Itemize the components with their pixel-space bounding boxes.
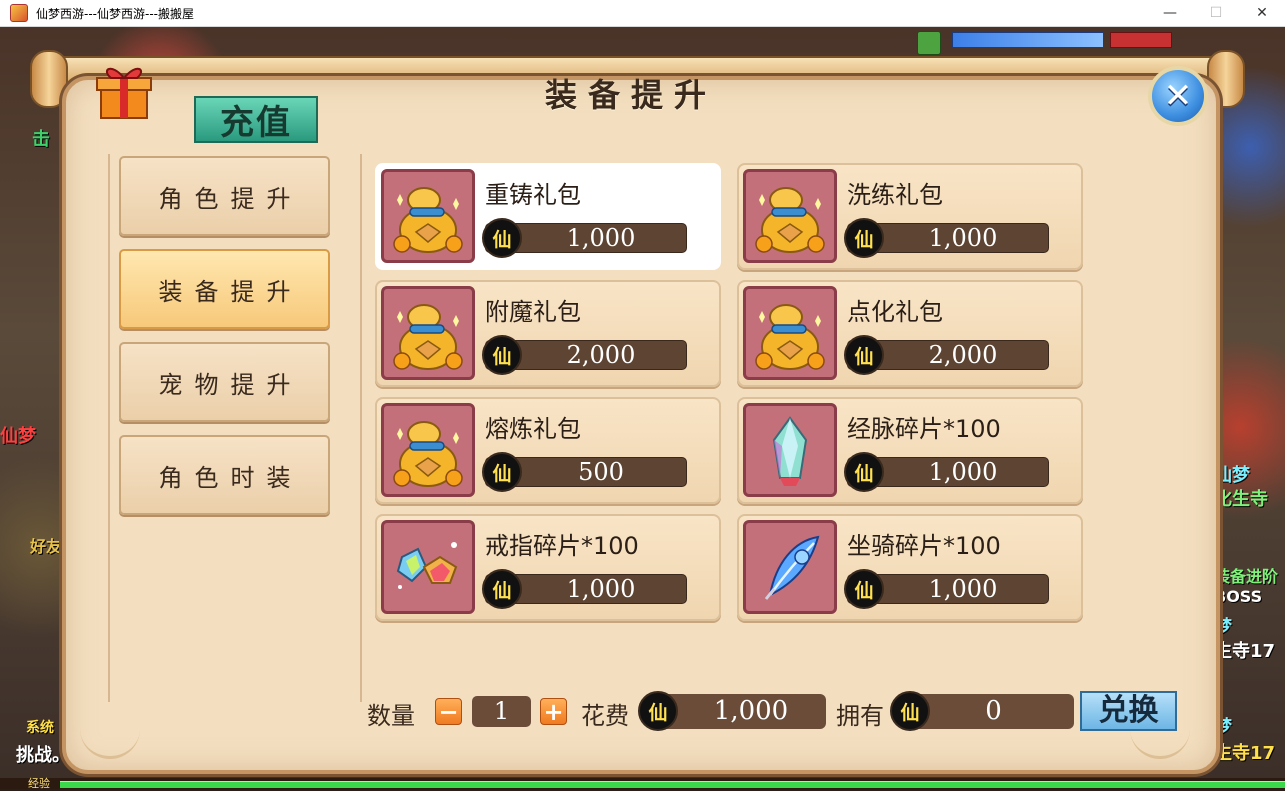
hud-text: 化生寺	[1214, 489, 1268, 510]
tab-character-fashion[interactable]: 角色时装	[119, 435, 330, 515]
shop-item[interactable]: 熔炼礼包仙 500	[375, 397, 721, 504]
item-price: 2,000	[566, 341, 636, 369]
exchange-button[interactable]: 兑换	[1080, 691, 1177, 731]
gift-box-icon[interactable]	[93, 60, 155, 122]
recharge-button[interactable]: 充值	[194, 96, 318, 143]
health-bar	[1110, 32, 1172, 48]
window-title-bar: 仙梦西游---仙梦西游---搬搬屋 — ☐ ✕	[0, 0, 1285, 27]
item-name: 坐骑碎片*100	[847, 532, 1001, 560]
currency-coin-icon: 仙	[890, 691, 930, 731]
item-price-bar: 仙 1,000	[482, 569, 687, 609]
item-name: 附魔礼包	[485, 298, 581, 326]
currency-coin-icon: 仙	[638, 691, 678, 731]
item-price-bar: 仙 1,000	[844, 569, 1049, 609]
gold-bag-icon	[381, 403, 475, 497]
item-price: 1,000	[928, 224, 998, 252]
tab-equipment-upgrade[interactable]: 装备提升	[119, 249, 330, 329]
gold-bag-icon	[743, 169, 837, 263]
tab-pet-upgrade[interactable]: 宠物提升	[119, 342, 330, 422]
gold-bag-icon	[743, 286, 837, 380]
feather-icon	[743, 520, 837, 614]
shop-item[interactable]: 经脉碎片*100 仙 1,000	[737, 397, 1083, 504]
tab-character-upgrade[interactable]: 角色提升	[119, 156, 330, 236]
item-price: 1,000	[566, 224, 636, 252]
item-price: 500	[578, 458, 624, 486]
hud-text: 生寺17	[1214, 641, 1276, 662]
shop-item[interactable]: 附魔礼包仙 2,000	[375, 280, 721, 387]
item-price-bar: 仙 2,000	[844, 335, 1049, 375]
window-title: 仙梦西游---仙梦西游---搬搬屋	[36, 6, 194, 21]
hud-text: 装备进阶	[1214, 567, 1279, 586]
close-icon: ✕	[1163, 76, 1193, 116]
item-price: 1,000	[928, 458, 998, 486]
increase-quantity-button[interactable]: +	[540, 698, 567, 726]
item-price-bar: 仙 1,000	[482, 218, 687, 258]
shop-item[interactable]: 戒指碎片*100 仙 1,000	[375, 514, 721, 621]
maximize-button[interactable]: ☐	[1193, 0, 1239, 26]
hud-menu-icon[interactable]	[917, 31, 941, 55]
item-price-bar: 仙 2,000	[482, 335, 687, 375]
minimize-button[interactable]: —	[1147, 0, 1193, 26]
decrease-quantity-button[interactable]: −	[435, 698, 462, 726]
quantity-label: 数量	[367, 702, 415, 730]
shop-item[interactable]: 坐骑碎片*100 仙 1,000	[737, 514, 1083, 621]
item-price-bar: 仙 1,000	[844, 452, 1049, 492]
app-icon	[10, 4, 28, 22]
item-price: 2,000	[928, 341, 998, 369]
shop-item[interactable]: 重铸礼包仙 1,000	[375, 163, 721, 270]
item-name: 点化礼包	[847, 298, 943, 326]
cost-label: 花费	[581, 702, 629, 730]
cost-value: 1,000	[713, 696, 789, 726]
item-price-bar: 仙 500	[482, 452, 687, 492]
item-name: 戒指碎片*100	[485, 532, 639, 560]
close-dialog-button[interactable]: ✕	[1148, 66, 1208, 126]
gold-bag-icon	[381, 169, 475, 263]
gold-bag-icon	[381, 286, 475, 380]
item-price: 1,000	[566, 575, 636, 603]
hud-text: BOSS	[1214, 587, 1263, 606]
mana-bar	[952, 32, 1104, 48]
experience-bar: 经验	[0, 777, 1285, 790]
item-name: 熔炼礼包	[485, 415, 581, 443]
gems-icon	[381, 520, 475, 614]
experience-fill	[60, 781, 1285, 788]
hud-text: 击	[32, 129, 50, 150]
shop-item[interactable]: 点化礼包仙 2,000	[737, 280, 1083, 387]
item-price: 1,000	[928, 575, 998, 603]
hud-text: 生寺17	[1214, 743, 1276, 764]
hud-text: 仙梦	[0, 426, 36, 447]
window-close-button[interactable]: ✕	[1239, 0, 1285, 26]
quantity-input[interactable]: 1	[472, 696, 531, 727]
side-panel	[108, 154, 362, 702]
item-price-bar: 仙 1,000	[844, 218, 1049, 258]
hud-text: 系统	[26, 720, 54, 736]
owned-value: 0	[985, 696, 1002, 726]
cost-display: 1,000	[652, 694, 826, 729]
window-controls: — ☐ ✕	[1147, 0, 1285, 26]
item-name: 重铸礼包	[485, 181, 581, 209]
dialog-title: 装备提升	[545, 76, 718, 114]
item-name: 洗练礼包	[847, 181, 943, 209]
item-name: 经脉碎片*100	[847, 415, 1001, 443]
hud-text: 好友	[30, 537, 63, 556]
owned-label: 拥有	[836, 702, 884, 730]
shop-item[interactable]: 洗练礼包仙 1,000	[737, 163, 1083, 270]
crystal-icon	[743, 403, 837, 497]
